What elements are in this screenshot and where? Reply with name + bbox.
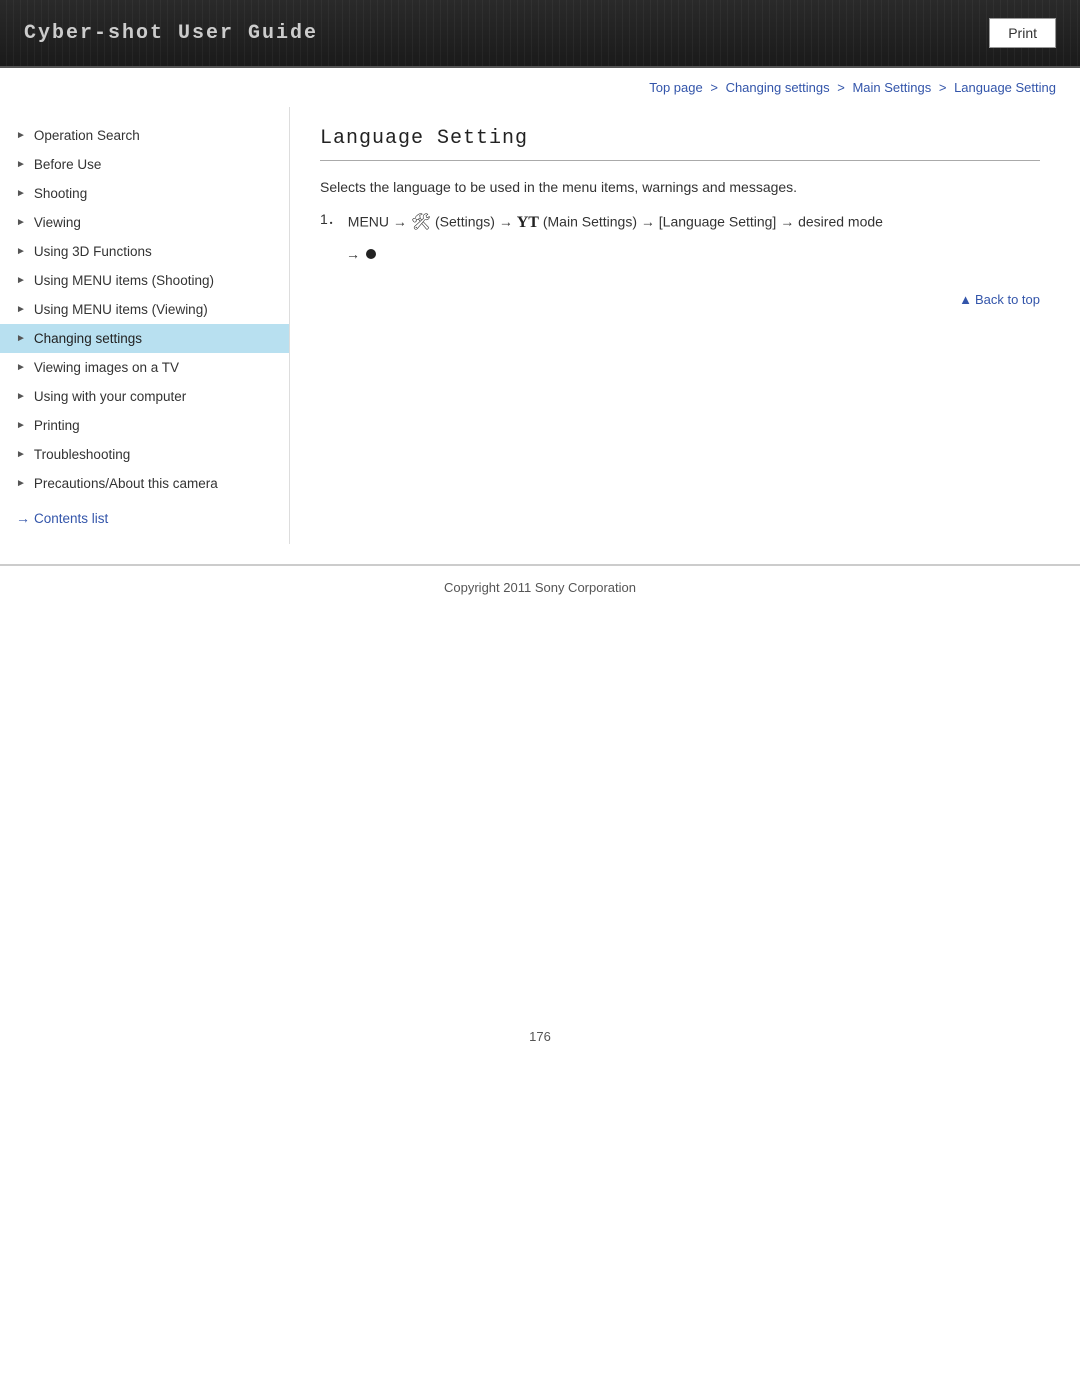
- arrow-icon: ►: [16, 275, 26, 286]
- sidebar-item-label: Changing settings: [34, 331, 142, 346]
- sidebar-item-label: Using MENU items (Shooting): [34, 273, 214, 288]
- app-title: Cyber-shot User Guide: [24, 22, 318, 45]
- step-arrow4: →: [780, 213, 798, 229]
- arrow-icon: ►: [16, 130, 26, 141]
- sidebar-item-precautions[interactable]: ► Precautions/About this camera: [0, 469, 289, 498]
- page-number: 176: [0, 1009, 1080, 1064]
- step-main-settings-label: (Main Settings): [543, 213, 637, 229]
- step-language-setting: [Language Setting]: [659, 213, 777, 229]
- arrow-icon: ►: [16, 304, 26, 315]
- instruction-step-1: 1． MENU → 🛠 (Settings) → ΥΤ (Main Settin…: [320, 209, 1040, 236]
- arrow-icon: ►: [16, 333, 26, 344]
- breadcrumb-changing-settings[interactable]: Changing settings: [726, 80, 830, 95]
- sidebar-item-label: Using with your computer: [34, 389, 186, 404]
- arrow-icon: ►: [16, 217, 26, 228]
- sidebar-item-label: Troubleshooting: [34, 447, 130, 462]
- sidebar-item-using-computer[interactable]: ► Using with your computer: [0, 382, 289, 411]
- sidebar-item-menu-shooting[interactable]: ► Using MENU items (Shooting): [0, 266, 289, 295]
- breadcrumb-current: Language Setting: [954, 80, 1056, 95]
- step-content: MENU → 🛠 (Settings) → ΥΤ (Main Settings)…: [348, 209, 883, 236]
- sidebar-item-menu-viewing[interactable]: ► Using MENU items (Viewing): [0, 295, 289, 324]
- sidebar-item-troubleshooting[interactable]: ► Troubleshooting: [0, 440, 289, 469]
- sidebar-item-label: Operation Search: [34, 128, 140, 143]
- settings-icon: 🛠: [411, 209, 431, 236]
- contents-list-link[interactable]: → Contents list: [0, 498, 289, 534]
- back-to-top-label: Back to top: [975, 292, 1040, 307]
- sidebar-item-label: Viewing: [34, 215, 81, 230]
- title-divider: [320, 160, 1040, 161]
- breadcrumb-sep2: >: [834, 80, 849, 95]
- sidebar-item-before-use[interactable]: ► Before Use: [0, 150, 289, 179]
- arrow-icon: ►: [16, 362, 26, 373]
- sidebar-item-label: Viewing images on a TV: [34, 360, 179, 375]
- step-arrow2: →: [499, 213, 517, 229]
- page-number-label: 176: [529, 1029, 551, 1044]
- sidebar-item-operation-search[interactable]: ► Operation Search: [0, 121, 289, 150]
- header: Cyber-shot User Guide Print: [0, 0, 1080, 68]
- breadcrumb-sep3: >: [935, 80, 950, 95]
- sidebar-item-3d-functions[interactable]: ► Using 3D Functions: [0, 237, 289, 266]
- arrow-icon: ►: [16, 478, 26, 489]
- content-area: Language Setting Selects the language to…: [290, 107, 1080, 327]
- step-menu-text: MENU: [348, 213, 389, 229]
- print-button[interactable]: Print: [989, 18, 1056, 48]
- back-to-top-arrow-icon: ▲: [959, 292, 972, 307]
- step-line2: →: [320, 246, 1040, 262]
- sidebar-item-label: Printing: [34, 418, 80, 433]
- sidebar-item-label: Using 3D Functions: [34, 244, 152, 259]
- breadcrumb: Top page > Changing settings > Main Sett…: [0, 68, 1080, 107]
- description-text: Selects the language to be used in the m…: [320, 179, 1040, 195]
- arrow-icon: ►: [16, 449, 26, 460]
- main-settings-icon: ΥΤ: [517, 209, 539, 236]
- sidebar-item-shooting[interactable]: ► Shooting: [0, 179, 289, 208]
- step-arrow5: →: [346, 246, 360, 262]
- breadcrumb-main-settings[interactable]: Main Settings: [852, 80, 931, 95]
- sidebar-item-viewing[interactable]: ► Viewing: [0, 208, 289, 237]
- arrow-icon: ►: [16, 159, 26, 170]
- sidebar-item-viewing-tv[interactable]: ► Viewing images on a TV: [0, 353, 289, 382]
- page-title: Language Setting: [320, 127, 1040, 150]
- breadcrumb-sep1: >: [707, 80, 722, 95]
- arrow-icon: ►: [16, 391, 26, 402]
- main-layout: ► Operation Search ► Before Use ► Shooti…: [0, 107, 1080, 544]
- contents-list-anchor[interactable]: Contents list: [34, 511, 108, 526]
- footer: Copyright 2011 Sony Corporation: [0, 565, 1080, 609]
- back-to-top-link[interactable]: ▲Back to top: [959, 292, 1040, 307]
- step-arrow3: →: [641, 213, 659, 229]
- arrow-icon: ►: [16, 420, 26, 431]
- sidebar-item-label: Before Use: [34, 157, 102, 172]
- step-settings-label: (Settings): [435, 213, 495, 229]
- arrow-right-icon: →: [16, 510, 30, 526]
- sidebar-item-printing[interactable]: ► Printing: [0, 411, 289, 440]
- sidebar-item-label: Precautions/About this camera: [34, 476, 218, 491]
- step-number: 1．: [320, 209, 342, 229]
- sidebar-item-changing-settings[interactable]: ► Changing settings: [0, 324, 289, 353]
- step-desired-mode: desired mode: [798, 213, 883, 229]
- sidebar: ► Operation Search ► Before Use ► Shooti…: [0, 107, 290, 544]
- sidebar-item-label: Using MENU items (Viewing): [34, 302, 208, 317]
- copyright-text: Copyright 2011 Sony Corporation: [444, 580, 636, 595]
- sidebar-item-label: Shooting: [34, 186, 87, 201]
- step-arrow1: →: [393, 213, 411, 229]
- back-to-top[interactable]: ▲Back to top: [320, 292, 1040, 307]
- breadcrumb-top-page[interactable]: Top page: [649, 80, 703, 95]
- arrow-icon: ►: [16, 246, 26, 257]
- arrow-icon: ►: [16, 188, 26, 199]
- bullet-icon: [366, 249, 376, 259]
